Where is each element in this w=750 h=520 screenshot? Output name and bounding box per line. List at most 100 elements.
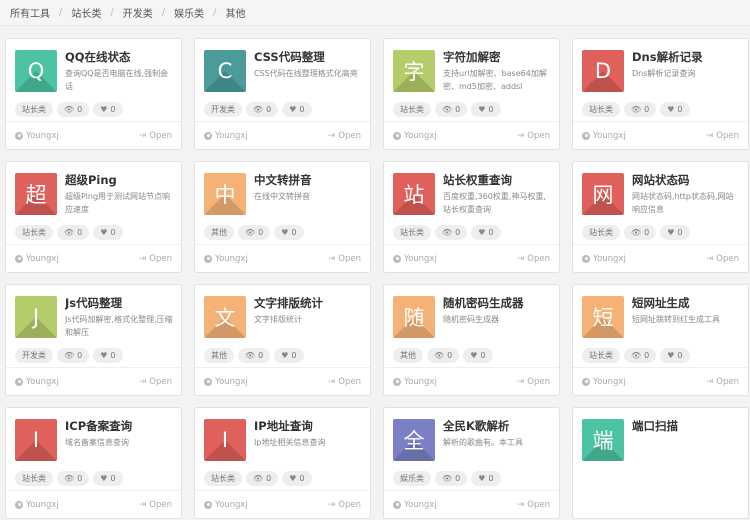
tool-title[interactable]: Js代码整理 — [65, 295, 175, 311]
tool-card[interactable]: D Dns解析记录 Dns解析记录查询 站长类 👁 0 ♥ 0 Youngxj ⇥ O… — [572, 38, 749, 150]
open-button[interactable]: ⇥ Open — [139, 131, 172, 141]
category-badge[interactable]: 站长类 — [393, 225, 431, 240]
tool-author: Youngxj — [393, 377, 437, 387]
category-badge[interactable]: 其他 — [204, 225, 234, 240]
user-icon — [15, 378, 23, 386]
tool-card[interactable]: 全 全民K歌解析 解析的歌曲有。本工具 娱乐类 👁 0 ♥ 0 Youngxj ⇥ O… — [383, 407, 560, 519]
views-badge: 👁 0 — [624, 225, 657, 240]
tool-card[interactable]: 站 站长权重查询 百度权重,360权重,神马权重,站长权重查询 站长类 👁 0 ♥… — [383, 161, 560, 273]
category-badge[interactable]: 站长类 — [15, 102, 53, 117]
open-button[interactable]: ⇥ Open — [706, 131, 739, 141]
tool-card[interactable]: I ICP备案查询 域名备案信息查询 站长类 👁 0 ♥ 0 Youngxj ⇥ Op… — [5, 407, 182, 519]
likes-badge[interactable]: ♥ 0 — [660, 102, 690, 117]
heart-icon: ♥ — [470, 351, 478, 360]
tool-title[interactable]: 随机密码生成器 — [443, 295, 553, 311]
tool-card[interactable]: 中 中文转拼音 在线中文转拼音 其他 👁 0 ♥ 0 Youngxj ⇥ Open — [194, 161, 371, 273]
category-badge[interactable]: 站长类 — [582, 102, 620, 117]
breadcrumb-entertainment[interactable]: 娱乐类 — [174, 5, 204, 20]
category-badge[interactable]: 其他 — [393, 348, 423, 363]
category-badge[interactable]: 站长类 — [15, 225, 53, 240]
likes-badge[interactable]: ♥ 0 — [93, 471, 123, 486]
open-button[interactable]: ⇥ Open — [328, 254, 361, 264]
tool-card[interactable]: Q QQ在线状态 查询QQ是否电脑在线,强制会话 站长类 👁 0 ♥ 0 Young… — [5, 38, 182, 150]
category-badge[interactable]: 开发类 — [204, 102, 242, 117]
open-button[interactable]: ⇥ Open — [517, 131, 550, 141]
category-badge[interactable]: 其他 — [204, 348, 234, 363]
category-badge[interactable]: 站长类 — [582, 348, 620, 363]
category-badge[interactable]: 站长类 — [204, 471, 242, 486]
breadcrumb-development[interactable]: 开发类 — [123, 5, 153, 20]
likes-count: 0 — [488, 474, 494, 483]
tool-card[interactable]: I IP地址查询 Ip地址相关信息查询 站长类 👁 0 ♥ 0 Youngxj ⇥ O… — [194, 407, 371, 519]
author-name: Youngxj — [593, 254, 626, 264]
tool-footer: Youngxj ⇥ Open — [384, 121, 559, 149]
likes-badge[interactable]: ♥ 0 — [93, 102, 123, 117]
likes-badge[interactable]: ♥ 0 — [93, 225, 123, 240]
likes-badge[interactable]: ♥ 0 — [282, 102, 312, 117]
views-count: 0 — [77, 105, 83, 114]
tool-footer: Youngxj ⇥ Open — [384, 367, 559, 395]
tool-title[interactable]: IP地址查询 — [254, 418, 364, 434]
tool-title[interactable]: ICP备案查询 — [65, 418, 175, 434]
likes-badge[interactable]: ♥ 0 — [660, 225, 690, 240]
breadcrumb-all-tools[interactable]: 所有工具 — [10, 5, 50, 20]
tool-title[interactable]: 字符加解密 — [443, 49, 553, 65]
likes-count: 0 — [677, 105, 683, 114]
open-button[interactable]: ⇥ Open — [328, 377, 361, 387]
author-name: Youngxj — [215, 377, 248, 387]
sign-in-icon: ⇥ — [138, 254, 147, 264]
open-button[interactable]: ⇥ Open — [517, 500, 550, 510]
author-name: Youngxj — [215, 254, 248, 264]
tool-icon: 超 — [15, 173, 57, 215]
open-button[interactable]: ⇥ Open — [706, 254, 739, 264]
likes-badge[interactable]: ♥ 0 — [93, 348, 123, 363]
tool-card[interactable]: C CSS代码整理 CSS代码在线整理格式化高亮 开发类 👁 0 ♥ 0 Young… — [194, 38, 371, 150]
likes-badge[interactable]: ♥ 0 — [471, 471, 501, 486]
tool-title[interactable]: 文字排版统计 — [254, 295, 364, 311]
tool-description: 域名备案信息查询 — [65, 438, 129, 447]
heart-icon: ♥ — [281, 351, 289, 360]
tool-title[interactable]: 全民K歌解析 — [443, 418, 553, 434]
likes-badge[interactable]: ♥ 0 — [471, 102, 501, 117]
tool-card[interactable]: 超 超级Ping 超级Ping用于测试网站节点响应速度 站长类 👁 0 ♥ 0 Yo… — [5, 161, 182, 273]
tool-title[interactable]: 网站状态码 — [632, 172, 742, 188]
tool-card[interactable]: J Js代码整理 Js代码加解密,格式化整理,压缩和解压 开发类 👁 0 ♥ 0 Y… — [5, 284, 182, 396]
tool-card[interactable]: 文 文字排版统计 文字排版统计 其他 👁 0 ♥ 0 Youngxj ⇥ Open — [194, 284, 371, 396]
open-button[interactable]: ⇥ Open — [328, 500, 361, 510]
open-button[interactable]: ⇥ Open — [139, 500, 172, 510]
likes-badge[interactable]: ♥ 0 — [282, 471, 312, 486]
likes-badge[interactable]: ♥ 0 — [660, 348, 690, 363]
open-button[interactable]: ⇥ Open — [139, 377, 172, 387]
likes-badge[interactable]: ♥ 0 — [471, 225, 501, 240]
tool-card[interactable]: 随 随机密码生成器 随机密码生成器 其他 👁 0 ♥ 0 Youngxj ⇥ Open — [383, 284, 560, 396]
breadcrumb-other[interactable]: 其他 — [226, 5, 246, 20]
likes-badge[interactable]: ♥ 0 — [463, 348, 493, 363]
tool-title[interactable]: 站长权重查询 — [443, 172, 553, 188]
tool-card[interactable]: 网 网站状态码 网站状态码,http状态码,网站响应信息 站长类 👁 0 ♥ 0 Y… — [572, 161, 749, 273]
category-badge[interactable]: 站长类 — [582, 225, 620, 240]
likes-badge[interactable]: ♥ 0 — [274, 225, 304, 240]
open-button[interactable]: ⇥ Open — [328, 131, 361, 141]
category-badge[interactable]: 娱乐类 — [393, 471, 431, 486]
tool-card[interactable]: 字 字符加解密 支持url加解密、base64加解密、md5加密、addsl 站… — [383, 38, 560, 150]
user-icon — [204, 378, 212, 386]
tool-card[interactable]: 短 短网址生成 短网址跳转到红生成工具 站长类 👁 0 ♥ 0 Youngxj ⇥ O… — [572, 284, 749, 396]
likes-badge[interactable]: ♥ 0 — [274, 348, 304, 363]
open-button[interactable]: ⇥ Open — [139, 254, 172, 264]
tool-title[interactable]: Dns解析记录 — [632, 49, 742, 65]
category-badge[interactable]: 开发类 — [15, 348, 53, 363]
open-button[interactable]: ⇥ Open — [517, 254, 550, 264]
breadcrumb-webmaster[interactable]: 站长类 — [71, 5, 101, 20]
tool-title[interactable]: 中文转拼音 — [254, 172, 364, 188]
tool-title[interactable]: QQ在线状态 — [65, 49, 175, 65]
tool-title[interactable]: 短网址生成 — [632, 295, 742, 311]
category-badge[interactable]: 站长类 — [15, 471, 53, 486]
tool-card[interactable]: 端 端口扫描 👁 ♥ ⇥ — [572, 407, 749, 519]
category-badge[interactable]: 站长类 — [393, 102, 431, 117]
tool-title[interactable]: 端口扫描 — [632, 418, 742, 434]
open-button[interactable]: ⇥ Open — [517, 377, 550, 387]
open-button[interactable]: ⇥ Open — [706, 377, 739, 387]
tool-title[interactable]: 超级Ping — [65, 172, 175, 188]
tool-title[interactable]: CSS代码整理 — [254, 49, 364, 65]
views-badge: 👁 0 — [246, 471, 279, 486]
